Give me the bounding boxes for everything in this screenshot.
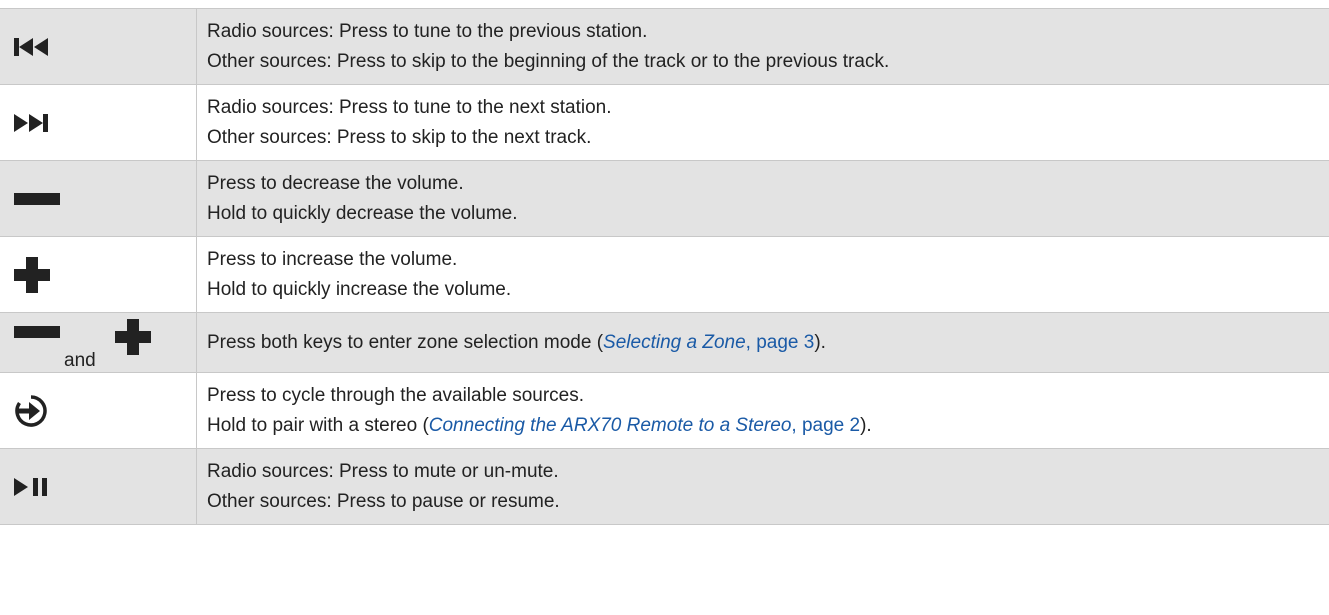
plus-icon [14,256,50,293]
key-function-table: Radio sources: Press to tune to the prev… [0,8,1329,525]
description-text: Press both keys to enter zone selection … [207,331,604,353]
description-cell: Press to cycle through the available sou… [197,373,1329,448]
cross-reference-link[interactable]: Selecting a Zone [603,332,746,353]
description-line: Hold to pair with a stereo (Connecting t… [207,411,1329,441]
description-line: Hold to quickly increase the volume. [207,278,512,300]
plus-icon [115,318,151,355]
description-cell: Press to increase the volume. Hold to qu… [197,237,1329,312]
description-line: Press to cycle through the available sou… [207,384,585,406]
minus-icon [14,325,60,338]
icon-cell [0,449,197,524]
description-line: Other sources: Press to pause or resume. [207,490,560,512]
description-line: Radio sources: Press to mute or un-mute. [207,460,559,482]
description-cell: Radio sources: Press to tune to the prev… [197,9,1329,84]
description-line: Press to increase the volume. [207,248,458,270]
description-line: Other sources: Press to skip to the next… [207,126,592,148]
description-cell: Press both keys to enter zone selection … [197,313,1329,372]
source-input-icon [15,394,47,427]
description-cell: Radio sources: Press to tune to the next… [197,85,1329,160]
description-line: Radio sources: Press to tune to the prev… [207,20,648,42]
table-row-minus: Press to decrease the volume. Hold to qu… [0,161,1329,237]
description-cell: Press to decrease the volume. Hold to qu… [197,161,1329,236]
icon-cell [0,161,197,236]
play-pause-icon [14,477,47,496]
icon-cell [0,237,197,312]
description-line: Hold to quickly decrease the volume. [207,202,518,224]
page-reference-link[interactable]: , page 3 [746,332,815,353]
and-label: and [64,350,96,371]
description-text: ). [814,331,826,353]
description-text: Hold to pair with a stereo ( [207,414,429,436]
description-line: Radio sources: Press to tune to the next… [207,96,612,118]
skip-previous-icon [14,37,48,56]
icon-cell [0,373,197,448]
table-row-next: Radio sources: Press to tune to the next… [0,85,1329,161]
description-line: Other sources: Press to skip to the begi… [207,50,890,72]
description-line: Press to decrease the volume. [207,172,464,194]
table-row-plus: Press to increase the volume. Hold to qu… [0,237,1329,313]
table-row-play-pause: Radio sources: Press to mute or un-mute.… [0,449,1329,525]
description-text: ). [860,414,872,436]
description-line: Press both keys to enter zone selection … [207,328,1329,358]
description-cell: Radio sources: Press to mute or un-mute.… [197,449,1329,524]
table-row-previous: Radio sources: Press to tune to the prev… [0,9,1329,85]
icon-cell: and [0,313,197,372]
skip-next-icon [14,113,48,132]
icon-cell [0,85,197,160]
icon-cell [0,9,197,84]
table-row-source: Press to cycle through the available sou… [0,373,1329,449]
cross-reference-link[interactable]: Connecting the ARX70 Remote to a Stereo [429,415,792,436]
table-row-minus-and-plus: and Press both keys to enter zone select… [0,313,1329,373]
minus-icon [14,192,60,205]
page-reference-link[interactable]: , page 2 [791,415,860,436]
